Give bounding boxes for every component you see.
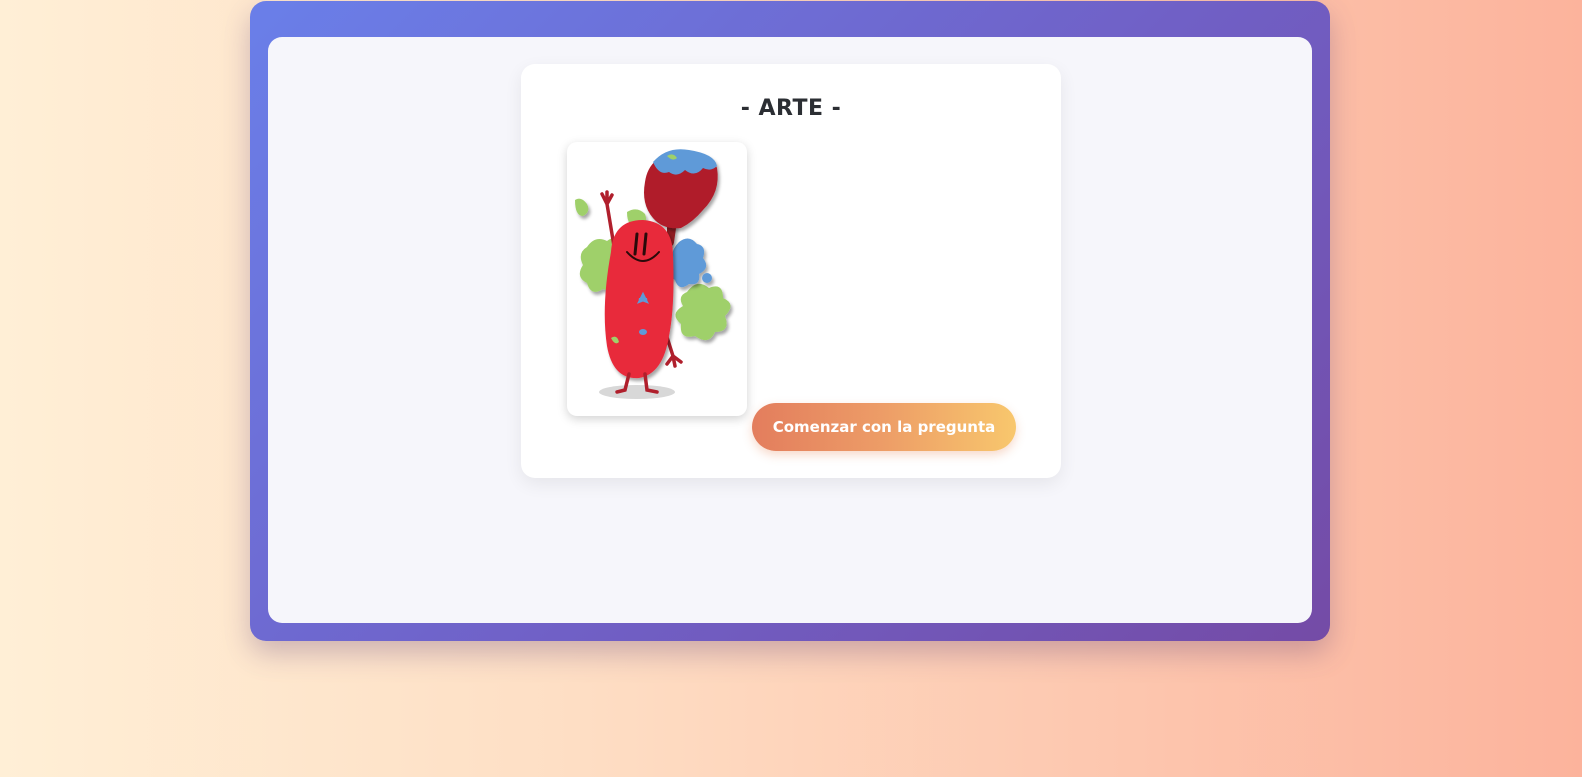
category-title: - ARTE -	[740, 96, 842, 121]
category-panel: - ARTE - Comenzar con la pregunta	[521, 64, 1061, 478]
art-character-illustration	[575, 149, 731, 399]
start-question-button[interactable]: Comenzar con la pregunta	[752, 403, 1016, 451]
category-card-image	[567, 142, 747, 416]
content-area: - ARTE - Comenzar con la pregunta	[268, 37, 1312, 623]
app-frame: - ARTE - Comenzar con la pregunta	[250, 1, 1330, 641]
